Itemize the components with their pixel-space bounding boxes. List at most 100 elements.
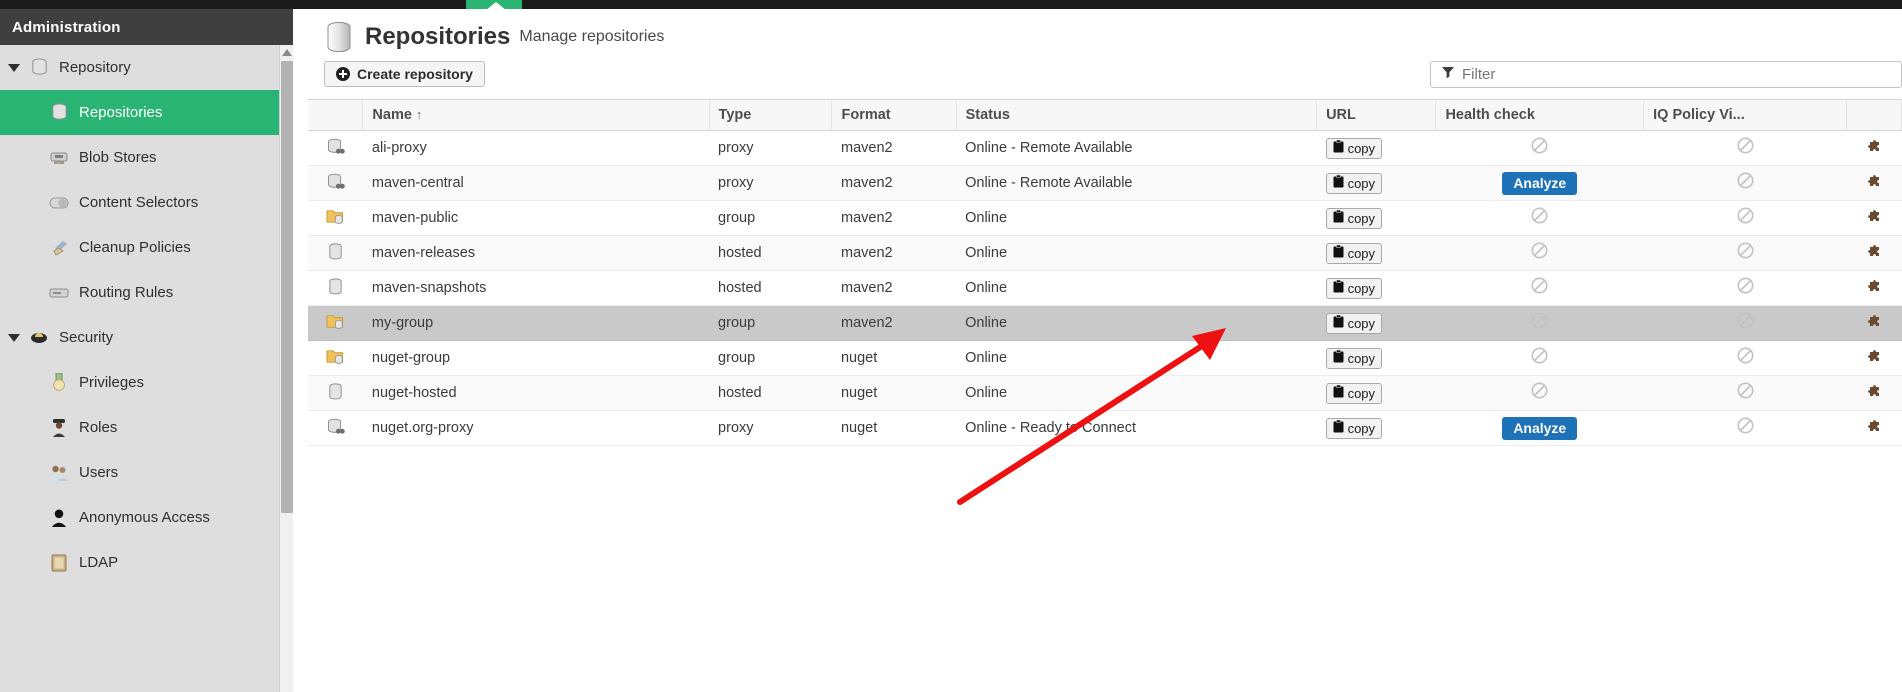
page-header: Repositories Manage repositories — [308, 9, 1902, 61]
row-extra-cell[interactable] — [1847, 271, 1902, 306]
puzzle-icon[interactable] — [1868, 284, 1881, 296]
row-extra-cell[interactable] — [1847, 201, 1902, 236]
group-repo-icon — [324, 207, 346, 227]
row-extra-cell[interactable] — [1847, 376, 1902, 411]
table-body: ali-proxyproxymaven2Online - Remote Avai… — [308, 131, 1902, 446]
column-header-iq[interactable]: IQ Policy Vi... — [1644, 100, 1847, 131]
copy-url-button[interactable]: copy — [1326, 138, 1382, 159]
sidebar-item-security[interactable]: Security — [0, 315, 293, 360]
repository-name-cell: my-group — [363, 306, 709, 341]
table-row[interactable]: maven-publicgroupmaven2Onlinecopy — [308, 201, 1902, 236]
table-row[interactable]: my-groupgroupmaven2Onlinecopy — [308, 306, 1902, 341]
repository-type-icon-cell — [308, 201, 363, 236]
puzzle-icon[interactable] — [1868, 319, 1881, 331]
repository-type-icon-cell — [308, 376, 363, 411]
sidebar-item-ldap[interactable]: LDAP — [0, 540, 293, 585]
table-row[interactable]: nuget-hostedhostednugetOnlinecopy — [308, 376, 1902, 411]
repository-format-cell: maven2 — [832, 306, 956, 341]
copy-url-label: copy — [1348, 316, 1375, 331]
row-extra-cell[interactable] — [1847, 411, 1902, 446]
puzzle-icon[interactable] — [1868, 424, 1881, 436]
group-repo-icon — [324, 347, 346, 367]
column-header-format[interactable]: Format — [832, 100, 956, 131]
clipboard-icon — [1333, 280, 1344, 296]
filter-box[interactable] — [1430, 61, 1902, 88]
row-extra-cell[interactable] — [1847, 236, 1902, 271]
no-entry-icon — [1737, 419, 1754, 438]
copy-url-button[interactable]: copy — [1326, 208, 1382, 229]
sidebar-item-label: LDAP — [79, 554, 118, 571]
analyze-button[interactable]: Analyze — [1502, 417, 1577, 440]
sidebar-item-anonymous-access[interactable]: Anonymous Access — [0, 495, 293, 540]
column-header-extra[interactable] — [1847, 100, 1902, 131]
sidebar-item-label: Repository — [59, 59, 131, 76]
table-row[interactable]: maven-releaseshostedmaven2Onlinecopy — [308, 236, 1902, 271]
repository-type-icon-cell — [308, 131, 363, 166]
puzzle-icon[interactable] — [1868, 214, 1881, 226]
filter-input[interactable] — [1462, 66, 1882, 83]
repository-status-cell: Online — [956, 236, 1316, 271]
no-entry-icon — [1531, 279, 1548, 298]
table-row[interactable]: nuget.org-proxyproxynugetOnline - Ready … — [308, 411, 1902, 446]
toolbar: Create repository — [308, 61, 1902, 99]
scroll-up-arrow-icon[interactable] — [282, 49, 292, 56]
chevron-down-icon[interactable] — [8, 64, 20, 72]
sidebar-item-cleanup-policies[interactable]: Cleanup Policies — [0, 225, 293, 270]
sidebar-item-label: Routing Rules — [79, 284, 173, 301]
sidebar-item-content-selectors[interactable]: Content Selectors — [0, 180, 293, 225]
row-extra-cell[interactable] — [1847, 341, 1902, 376]
blob-store-icon — [48, 148, 70, 168]
column-header-icon[interactable] — [308, 100, 363, 131]
puzzle-icon[interactable] — [1868, 389, 1881, 401]
table-row[interactable]: ali-proxyproxymaven2Online - Remote Avai… — [308, 131, 1902, 166]
sidebar-item-privileges[interactable]: Privileges — [0, 360, 293, 405]
column-header-status[interactable]: Status — [956, 100, 1316, 131]
row-extra-cell[interactable] — [1847, 131, 1902, 166]
sidebar-scrollbar[interactable] — [279, 45, 293, 692]
copy-url-button[interactable]: copy — [1326, 383, 1382, 404]
table-row[interactable]: maven-centralproxymaven2Online - Remote … — [308, 166, 1902, 201]
copy-url-button[interactable]: copy — [1326, 278, 1382, 299]
repository-name-cell: maven-public — [363, 201, 709, 236]
analyze-button[interactable]: Analyze — [1502, 172, 1577, 195]
row-extra-cell[interactable] — [1847, 166, 1902, 201]
clipboard-icon — [1333, 420, 1344, 436]
sidebar-item-repository[interactable]: Repository — [0, 45, 293, 90]
puzzle-icon[interactable] — [1868, 249, 1881, 261]
copy-url-button[interactable]: copy — [1326, 313, 1382, 334]
table-row[interactable]: nuget-groupgroupnugetOnlinecopy — [308, 341, 1902, 376]
copy-url-button[interactable]: copy — [1326, 243, 1382, 264]
puzzle-icon[interactable] — [1868, 179, 1881, 191]
repository-status-cell: Online — [956, 271, 1316, 306]
puzzle-icon[interactable] — [1868, 354, 1881, 366]
copy-url-button[interactable]: copy — [1326, 173, 1382, 194]
sidebar-scrollbar-thumb[interactable] — [281, 61, 293, 513]
sidebar-item-repositories[interactable]: Repositories — [0, 90, 293, 135]
column-header-url[interactable]: URL — [1317, 100, 1436, 131]
repository-url-cell: copy — [1317, 131, 1436, 166]
column-header-type[interactable]: Type — [709, 100, 832, 131]
sidebar-item-routing-rules[interactable]: Routing Rules — [0, 270, 293, 315]
column-header-health[interactable]: Health check — [1436, 100, 1644, 131]
browser-top-strip — [0, 0, 1902, 9]
sidebar-item-roles[interactable]: Roles — [0, 405, 293, 450]
chevron-down-icon[interactable] — [8, 334, 20, 342]
database-icon — [28, 58, 50, 78]
column-header-name[interactable]: Name↑ — [363, 100, 709, 131]
copy-url-button[interactable]: copy — [1326, 418, 1382, 439]
clipboard-icon — [1333, 140, 1344, 156]
table-row[interactable]: maven-snapshotshostedmaven2Onlinecopy — [308, 271, 1902, 306]
puzzle-icon[interactable] — [1868, 144, 1881, 156]
row-extra-cell[interactable] — [1847, 306, 1902, 341]
no-entry-icon — [1531, 349, 1548, 368]
sidebar-item-blob-stores[interactable]: Blob Stores — [0, 135, 293, 180]
create-repository-button[interactable]: Create repository — [324, 61, 485, 87]
sidebar-item-users[interactable]: Users — [0, 450, 293, 495]
copy-url-label: copy — [1348, 281, 1375, 296]
copy-url-button[interactable]: copy — [1326, 348, 1382, 369]
shield-icon — [28, 328, 50, 348]
no-entry-icon — [1737, 244, 1754, 263]
table-header-row: Name↑TypeFormatStatusURLHealth checkIQ P… — [308, 100, 1902, 131]
sort-ascending-icon[interactable]: ↑ — [416, 107, 423, 122]
no-entry-icon — [1737, 139, 1754, 158]
